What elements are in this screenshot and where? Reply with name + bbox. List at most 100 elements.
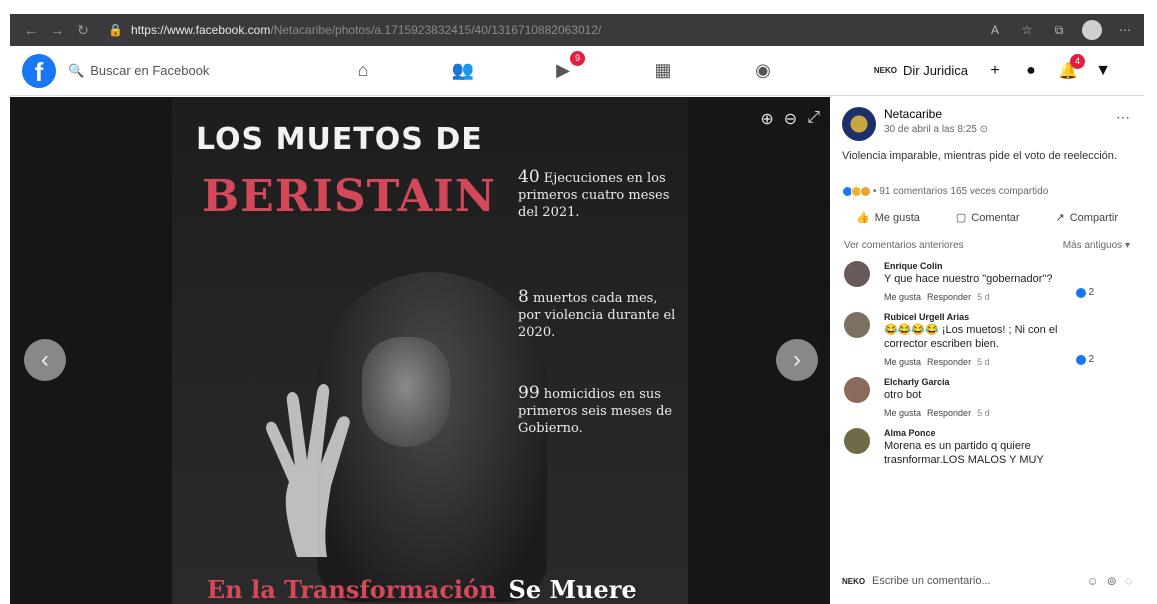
commenter-name[interactable]: Alma Ponce	[884, 428, 1094, 438]
comment-reply-link[interactable]: Responder	[927, 408, 971, 418]
poster-title-line2: BERISTAIN	[202, 171, 496, 222]
page-avatar[interactable]	[842, 107, 876, 141]
post-side-panel: Netacaribe 30 de abril a las 8:25 ⊙ ⋯ Vi…	[830, 97, 1144, 604]
comment-item: Alma Ponce Morena es un partido q quiere…	[844, 428, 1130, 467]
comment-reaction-count[interactable]: 2	[1076, 354, 1094, 365]
chevron-left-icon: ‹	[41, 346, 49, 373]
comment-text: Y que hace nuestro "gobernador"?	[884, 273, 1053, 285]
account-name: Dir Juridica	[902, 63, 968, 78]
stat-1-number: 40	[518, 167, 540, 187]
messenger-icon[interactable]: ●	[1022, 62, 1040, 80]
watch-icon[interactable]: ▶ 9	[550, 50, 585, 84]
page-name-link[interactable]: Netacaribe	[884, 107, 988, 121]
notifications-bell-icon[interactable]: 🔔 4	[1058, 53, 1085, 81]
comments-shares-count[interactable]: • 91 comentarios 165 veces compartido	[873, 186, 1048, 197]
account-switcher[interactable]: NEKO Dir Juridica	[874, 63, 968, 78]
search-box[interactable]: 🔍 Buscar en Facebook	[68, 63, 288, 79]
comment-time[interactable]: 5 d	[977, 357, 990, 367]
post-actions: 👍 Me gusta ▢ Comentar ↗ Compartir	[830, 211, 1144, 225]
browser-profile-avatar[interactable]	[1082, 20, 1102, 40]
account-menu-chevron-icon[interactable]: ▼	[1094, 62, 1112, 80]
emoji-icon[interactable]: ☺	[1087, 574, 1099, 588]
sticker-icon[interactable]: ◌	[1125, 574, 1132, 588]
comment-like-link[interactable]: Me gusta	[884, 408, 921, 418]
post-options-icon[interactable]: ⋯	[1116, 109, 1130, 126]
post-stats: • 91 comentarios 165 veces compartido	[830, 186, 1144, 197]
favorite-star-icon[interactable]: ☆	[1018, 21, 1036, 39]
watch-badge: 9	[570, 50, 585, 66]
comment-button-label: Comentar	[971, 211, 1020, 224]
comment-reply-link[interactable]: Responder	[927, 357, 971, 367]
comment-reaction-count[interactable]: 2	[1076, 287, 1094, 298]
composer-avatar: NEKO	[842, 576, 866, 586]
comment-sort-dropdown[interactable]: Más antiguos ▾	[1063, 240, 1130, 251]
post-caption: Violencia imparable, mientras pide el vo…	[842, 150, 1117, 162]
read-aloud-icon[interactable]: A	[986, 21, 1004, 39]
slogan-red-part: En la Transformación	[207, 575, 497, 604]
commenter-avatar[interactable]	[844, 261, 870, 287]
friends-icon[interactable]: 👥	[450, 58, 476, 84]
marketplace-icon[interactable]: ▦	[650, 58, 676, 84]
comment-like-link[interactable]: Me gusta	[884, 292, 921, 302]
groups-icon[interactable]: ◉	[750, 58, 776, 84]
poster-bottom-slogan: En la Transformación Se Muere	[207, 575, 637, 604]
photo-viewer: LOS MUETOS DE BERISTAIN 40 Ejecuciones e…	[10, 97, 830, 604]
previous-photo-button[interactable]: ‹	[24, 339, 66, 381]
speech-bubble-icon: ▢	[955, 212, 967, 224]
like-button-label: Me gusta	[874, 211, 920, 224]
commenter-name[interactable]: Elcharly Garcia	[884, 377, 990, 387]
thumbs-up-icon: 👍	[855, 212, 870, 224]
zoom-out-icon[interactable]: ⊖	[784, 109, 797, 129]
comment-reaction-number: 2	[1088, 287, 1094, 298]
comment-item: Elcharly Garcia otro bot Me gusta Respond…	[844, 377, 1130, 418]
stat-2-text: muertos cada mes, por violencia durante …	[518, 291, 676, 340]
address-bar[interactable]: https://www.facebook.com/Netacaribe/phot…	[131, 23, 601, 37]
comment-like-link[interactable]: Me gusta	[884, 357, 921, 367]
comment-text: 😂😂😂😂 ¡Los muetos! ; Ni con el corrector …	[884, 324, 1058, 350]
commenter-name[interactable]: Enrique Colin	[884, 261, 1052, 271]
create-plus-icon[interactable]: +	[986, 62, 1004, 80]
like-reaction-icon	[1076, 287, 1087, 298]
commenter-name[interactable]: Rubicel Urgell Arias	[884, 312, 1094, 322]
comment-item: Rubicel Urgell Arias 😂😂😂😂 ¡Los muetos! ;…	[844, 312, 1130, 367]
share-arrow-icon: ↗	[1055, 212, 1065, 224]
reload-icon[interactable]: ↻	[72, 19, 94, 41]
search-input[interactable]: Buscar en Facebook	[90, 63, 209, 78]
commenter-avatar[interactable]	[844, 312, 870, 338]
reaction-icons[interactable]	[842, 186, 871, 197]
comment-reply-link[interactable]: Responder	[927, 292, 971, 302]
post-date[interactable]: 30 de abril a las 8:25 ⊙	[884, 124, 988, 135]
browser-toolbar: ← → ↻ 🔒 https://www.facebook.com/Netacar…	[10, 14, 1144, 46]
comment-time[interactable]: 5 d	[977, 408, 990, 418]
comment-item: Enrique Colin Y que hace nuestro "gobern…	[844, 261, 1130, 302]
notifications-badge: 4	[1070, 53, 1085, 69]
view-previous-comments-link[interactable]: Ver comentarios anteriores	[844, 240, 964, 251]
fullscreen-icon[interactable]: ⤢	[807, 109, 820, 129]
zoom-in-icon[interactable]: ⊕	[760, 109, 773, 129]
slogan-white-part: Se Muere	[508, 575, 637, 604]
post-date-text: 30 de abril a las 8:25	[884, 124, 977, 135]
facebook-logo-icon[interactable]: f	[22, 53, 56, 88]
back-icon[interactable]: ←	[20, 19, 42, 41]
home-icon[interactable]: ⌂	[350, 58, 376, 84]
commenter-avatar[interactable]	[844, 377, 870, 403]
forward-icon[interactable]: →	[46, 19, 68, 41]
share-button[interactable]: ↗ Compartir	[1055, 211, 1119, 225]
gif-icon[interactable]: ⊚	[1107, 574, 1117, 588]
comment-input[interactable]: Escribe un comentario...	[872, 575, 991, 587]
comment-time[interactable]: 5 d	[977, 292, 990, 302]
comment-button[interactable]: ▢ Comentar	[955, 211, 1020, 225]
comment-text: Morena es un partido q quiere trasnforma…	[884, 440, 1044, 466]
like-button[interactable]: 👍 Me gusta	[855, 211, 920, 225]
poster-stat-1: 40 Ejecuciones en los primeros cuatro me…	[518, 169, 678, 221]
comment-sort-label: Más antiguos	[1062, 240, 1123, 251]
comment-composer: NEKO Escribe un comentario... ☺ ⊚ ◌	[842, 574, 1132, 588]
next-photo-button[interactable]: ›	[776, 339, 818, 381]
url-host: https://www.facebook.com	[130, 23, 271, 37]
collections-icon[interactable]: ⧉	[1050, 21, 1068, 39]
commenter-avatar[interactable]	[844, 428, 870, 454]
comments-list: Enrique Colin Y que hace nuestro "gobern…	[830, 261, 1144, 467]
account-mini-logo: NEKO	[873, 66, 897, 75]
stat-1-text: Ejecuciones en los primeros cuatro meses…	[518, 171, 670, 220]
browser-menu-icon[interactable]: ⋯	[1116, 21, 1134, 39]
